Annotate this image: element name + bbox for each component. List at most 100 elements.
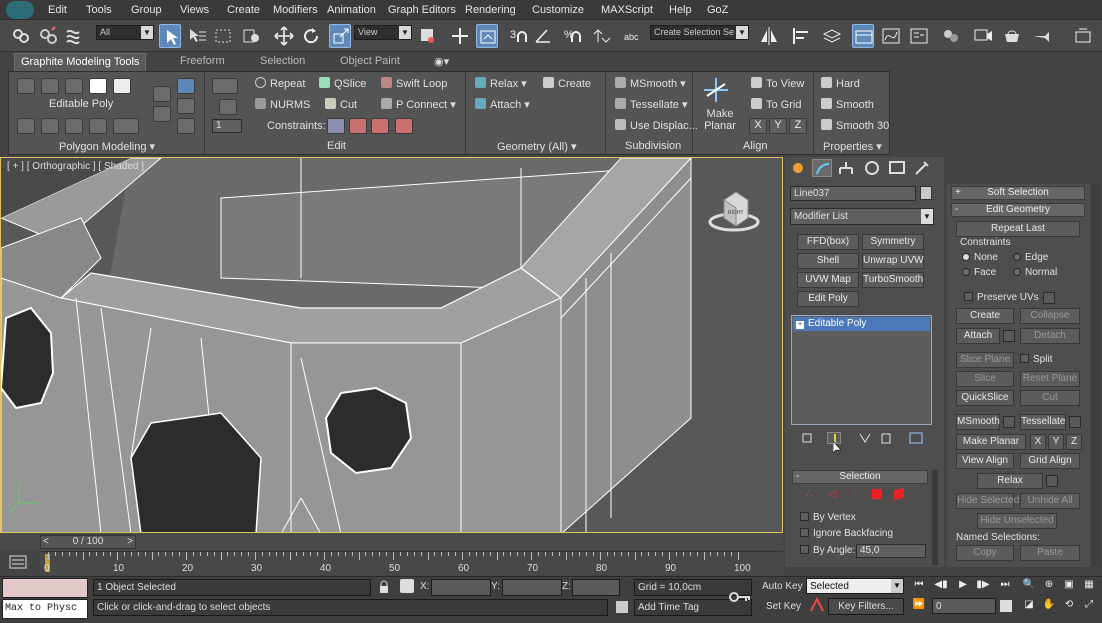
qslice-button[interactable]: QSlice [319, 77, 366, 90]
rotate-icon[interactable] [300, 24, 322, 48]
preserve-uvs-checkbox[interactable]: Preserve UVs [964, 292, 1039, 303]
object-name-field[interactable]: Line037 [790, 186, 916, 201]
to-view-button[interactable]: To View [751, 77, 804, 90]
utilities-tab-icon[interactable] [912, 159, 932, 177]
previous-frame-icon[interactable]: ◀▮ [934, 579, 948, 593]
maxscript-mini-listener-top[interactable] [2, 578, 88, 598]
next-frame-icon[interactable]: ▮▶ [976, 579, 990, 593]
menu-graph-editors[interactable]: Graph Editors [388, 4, 456, 16]
align-panel-label[interactable]: Align [743, 140, 767, 152]
tab-selection[interactable]: Selection [254, 53, 311, 71]
absolute-mode-icon[interactable] [400, 579, 414, 593]
polygon-mode-icon[interactable] [89, 78, 107, 94]
zoom-extents-all-icon[interactable]: ▦ [1082, 579, 1096, 593]
scale-icon[interactable] [329, 24, 351, 48]
app-logo-icon[interactable] [6, 1, 34, 19]
material-editor-icon[interactable] [940, 24, 962, 48]
show-end-result-icon[interactable] [89, 118, 107, 134]
snaps-toggle-icon[interactable]: 3 [508, 24, 530, 48]
reset-plane-button[interactable]: Reset Plane [1020, 371, 1080, 387]
paste-named-selection-button[interactable]: Paste [1020, 545, 1080, 561]
current-frame-field[interactable]: 0 [932, 598, 996, 614]
ffd-box-button[interactable]: FFD(box) [797, 234, 859, 250]
constraint-face-icon[interactable] [371, 118, 389, 134]
motion-tab-icon[interactable] [862, 159, 882, 177]
time-configuration-icon[interactable] [1000, 600, 1012, 612]
by-vertex-checkbox[interactable]: By Vertex [800, 512, 856, 523]
y-coordinate-field[interactable] [502, 579, 562, 596]
maximize-viewport-icon[interactable]: ⤢ [1082, 599, 1096, 613]
unhide-all-button[interactable]: Unhide All [1020, 493, 1080, 509]
collapse-button[interactable]: Collapse [1020, 308, 1080, 324]
menu-tools[interactable]: Tools [86, 4, 112, 16]
bind-spacewarp-icon[interactable] [64, 24, 86, 48]
mini-curve-editor-icon[interactable] [8, 553, 28, 571]
ribbon-options-icon[interactable]: ◉▾ [428, 53, 455, 71]
select-object-icon[interactable] [159, 24, 181, 48]
curve-editor-icon[interactable] [880, 24, 902, 48]
tab-object-paint[interactable]: Object Paint [334, 53, 406, 71]
hide-selected-button[interactable]: Hide Selected [956, 493, 1019, 509]
symmetry-button[interactable]: Symmetry [862, 234, 924, 250]
slice-plane-button[interactable]: Slice Plane [956, 352, 1014, 368]
menu-rendering[interactable]: Rendering [465, 4, 516, 16]
viewport-label[interactable]: [ + ] [ Orthographic ] [ Shaded ] [7, 161, 144, 172]
viewcube[interactable]: RIGHT [706, 182, 762, 236]
command-panel-scrollbar[interactable] [932, 470, 938, 565]
selection-rollout-header[interactable]: - Selection [792, 470, 928, 484]
key-mode-dropdown[interactable]: Selected ▼ [806, 578, 904, 594]
pan-view-icon[interactable]: ✋ [1042, 599, 1056, 613]
rect-selection-icon[interactable] [212, 24, 234, 48]
hard-button[interactable]: Hard [821, 77, 860, 90]
stack-item-editable-poly[interactable]: + Editable Poly [793, 317, 930, 331]
create-button[interactable]: Create [543, 77, 591, 90]
polygon-level-icon[interactable] [872, 489, 882, 499]
window-crossing-icon[interactable] [240, 24, 262, 48]
geometry-panel-label[interactable]: Geometry (All) ▾ [497, 140, 576, 153]
element-mode-icon[interactable] [113, 78, 131, 94]
p-connect-button[interactable]: P Connect ▾ [381, 98, 456, 111]
key-tangent-icon[interactable] [809, 596, 825, 613]
by-angle-checkbox[interactable]: By Angle: [800, 545, 855, 556]
element-level-icon[interactable] [894, 487, 904, 501]
align-icon[interactable] [790, 24, 812, 48]
menu-views[interactable]: Views [180, 4, 209, 16]
menu-create[interactable]: Create [227, 4, 260, 16]
quickslice-button[interactable]: QuickSlice [956, 390, 1014, 406]
repeat-button[interactable]: Repeat [255, 77, 305, 90]
align-z-button[interactable]: Z [789, 118, 807, 134]
vertex-mode-icon[interactable] [17, 78, 35, 94]
mirror-icon[interactable] [758, 24, 780, 48]
pin-stack-icon[interactable] [800, 432, 814, 444]
shell-button[interactable]: Shell [797, 253, 859, 269]
render-setup-icon[interactable] [972, 24, 994, 48]
x-coordinate-field[interactable] [431, 579, 491, 596]
border-level-icon[interactable]: ◌ [850, 487, 864, 501]
edit-panel-label[interactable]: Edit [327, 140, 346, 152]
preserve-uvs-settings-icon[interactable] [1043, 292, 1055, 304]
edge-level-icon[interactable]: ◁ [828, 487, 842, 501]
object-color-swatch[interactable] [920, 186, 932, 200]
relax-button-ep[interactable]: Relax [977, 473, 1043, 489]
swift-loop-button[interactable]: Swift Loop [381, 77, 447, 90]
zoom-extents-icon[interactable]: ▣ [1062, 579, 1076, 593]
planar-y-button[interactable]: Y [1048, 434, 1064, 450]
selection-filter-dropdown[interactable]: All ▼ [96, 25, 154, 40]
constraint-none-radio[interactable]: None [962, 252, 998, 263]
reference-coordinate-dropdown[interactable]: View ▼ [354, 25, 412, 40]
ignore-backfacing-checkbox[interactable]: Ignore Backfacing [800, 528, 893, 539]
spinner-snap-icon[interactable] [590, 24, 612, 48]
attach-list-icon[interactable] [1003, 330, 1015, 342]
named-selection-dropdown[interactable]: Create Selection Se ▼ [650, 25, 749, 40]
edit-poly-button[interactable]: Edit Poly [797, 291, 859, 307]
hide-unselected-button[interactable]: Hide Unselected [977, 513, 1057, 529]
set-key-mode-icon[interactable] [728, 587, 752, 607]
properties-panel-label[interactable]: Properties ▾ [823, 140, 882, 153]
display-tab-icon[interactable] [887, 159, 907, 177]
modifier-list-dropdown[interactable]: Modifier List ▼ [790, 208, 934, 225]
constraint-edge-radio[interactable]: Edge [1013, 252, 1048, 263]
edit-panel-scrollbar[interactable] [1091, 184, 1101, 567]
schematic-view-icon[interactable] [908, 24, 930, 48]
select-by-name-icon[interactable] [186, 24, 208, 48]
make-planar-button-ep[interactable]: Make Planar [956, 434, 1026, 450]
